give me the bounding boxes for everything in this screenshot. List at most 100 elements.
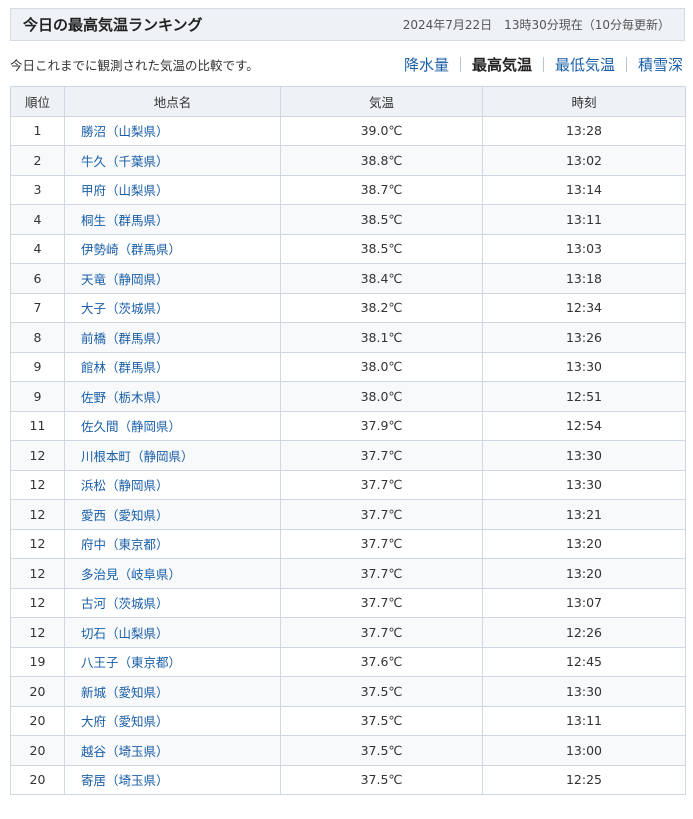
time-cell: 13:14 (482, 174, 686, 205)
rank-cell: 12 (10, 617, 65, 648)
place-cell: 佐野（栃木県） (64, 381, 281, 412)
place-cell: 大子（茨城県） (64, 292, 281, 323)
header-place: 地点名 (64, 86, 281, 117)
table-row: 9 佐野（栃木県） 38.0℃ 12:51 (10, 381, 686, 412)
place-link[interactable]: 前橋（群馬県） (81, 331, 169, 346)
place-link[interactable]: 浜松（静岡県） (81, 478, 169, 493)
temperature-cell: 37.7℃ (280, 499, 483, 530)
temperature-cell: 39.0℃ (280, 115, 483, 146)
place-link[interactable]: 府中（東京都） (81, 537, 169, 552)
temperature-cell: 37.7℃ (280, 558, 483, 589)
place-cell: 八王子（東京都） (64, 646, 281, 677)
place-link[interactable]: 桐生（群馬県） (81, 213, 169, 228)
time-cell: 13:30 (482, 469, 686, 500)
place-cell: 桐生（群馬県） (64, 204, 281, 235)
place-link[interactable]: 越谷（埼玉県） (81, 744, 169, 759)
time-cell: 13:26 (482, 322, 686, 353)
table-body: 1 勝沼（山梨県） 39.0℃ 13:28 2 牛久（千葉県） 38.8℃ 13:02 3 甲府（… (10, 115, 686, 795)
rank-cell: 20 (10, 735, 65, 766)
place-link[interactable]: 八王子（東京都） (81, 655, 181, 670)
temperature-cell: 37.7℃ (280, 617, 483, 648)
time-cell: 13:07 (482, 587, 686, 618)
table-row: 20 新城（愛知県） 37.5℃ 13:30 (10, 676, 686, 707)
place-link[interactable]: 大子（茨城県） (81, 301, 169, 316)
rank-cell: 20 (10, 676, 65, 707)
table-row: 1 勝沼（山梨県） 39.0℃ 13:28 (10, 115, 686, 146)
rank-cell: 12 (10, 528, 65, 559)
place-link[interactable]: 伊勢崎（群馬県） (81, 242, 181, 257)
table-row: 20 大府（愛知県） 37.5℃ 13:11 (10, 705, 686, 736)
place-link[interactable]: 川根本町（静岡県） (81, 449, 194, 464)
rank-cell: 12 (10, 558, 65, 589)
header-time: 時刻 (482, 86, 686, 117)
tab-snow-depth[interactable]: 積雪深 (636, 54, 685, 75)
tab-max-temperature: 最高気温 (471, 55, 532, 74)
title-bar: 今日の最高気温ランキング 2024年7月22日 13時30分現在（10分毎更新） (10, 8, 685, 41)
table-row: 12 浜松（静岡県） 37.7℃ 13:30 (10, 469, 686, 500)
place-link[interactable]: 天竜（静岡県） (81, 272, 169, 287)
table-row: 4 桐生（群馬県） 38.5℃ 13:11 (10, 204, 686, 235)
time-cell: 13:11 (482, 705, 686, 736)
place-link[interactable]: 寄居（埼玉県） (81, 773, 169, 788)
rank-cell: 20 (10, 705, 65, 736)
temperature-cell: 37.7℃ (280, 469, 483, 500)
page: 今日の最高気温ランキング 2024年7月22日 13時30分現在（10分毎更新）… (0, 0, 693, 819)
temperature-cell: 38.2℃ (280, 292, 483, 323)
place-cell: 越谷（埼玉県） (64, 735, 281, 766)
place-link[interactable]: 切石（山梨県） (81, 626, 169, 641)
place-cell: 川根本町（静岡県） (64, 440, 281, 471)
temperature-cell: 37.7℃ (280, 440, 483, 471)
rank-cell: 12 (10, 587, 65, 618)
table-row: 4 伊勢崎（群馬県） 38.5℃ 13:03 (10, 233, 686, 264)
rank-cell: 12 (10, 440, 65, 471)
table-row: 6 天竜（静岡県） 38.4℃ 13:18 (10, 263, 686, 294)
rank-cell: 7 (10, 292, 65, 323)
place-link[interactable]: 佐久間（静岡県） (81, 419, 181, 434)
category-tabs: 降水量 最高気温 最低気温 積雪深 (402, 54, 685, 75)
place-link[interactable]: 甲府（山梨県） (81, 183, 169, 198)
place-cell: 切石（山梨県） (64, 617, 281, 648)
place-cell: 大府（愛知県） (64, 705, 281, 736)
temperature-cell: 37.7℃ (280, 587, 483, 618)
temperature-cell: 38.0℃ (280, 381, 483, 412)
table-row: 12 川根本町（静岡県） 37.7℃ 13:30 (10, 440, 686, 471)
table-row: 20 寄居（埼玉県） 37.5℃ 12:25 (10, 764, 686, 795)
table-row: 2 牛久（千葉県） 38.8℃ 13:02 (10, 145, 686, 176)
rank-cell: 11 (10, 410, 65, 441)
place-cell: 甲府（山梨県） (64, 174, 281, 205)
temperature-cell: 37.7℃ (280, 528, 483, 559)
place-link[interactable]: 新城（愛知県） (81, 685, 169, 700)
place-cell: 古河（茨城県） (64, 587, 281, 618)
table-row: 11 佐久間（静岡県） 37.9℃ 12:54 (10, 410, 686, 441)
page-title: 今日の最高気温ランキング (23, 16, 203, 34)
temperature-cell: 38.0℃ (280, 351, 483, 382)
table-row: 12 愛西（愛知県） 37.7℃ 13:21 (10, 499, 686, 530)
table-row: 3 甲府（山梨県） 38.7℃ 13:14 (10, 174, 686, 205)
temperature-cell: 38.7℃ (280, 174, 483, 205)
temperature-cell: 38.1℃ (280, 322, 483, 353)
tab-min-temperature[interactable]: 最低気温 (553, 54, 617, 75)
time-cell: 13:20 (482, 528, 686, 559)
place-cell: 牛久（千葉県） (64, 145, 281, 176)
rank-cell: 9 (10, 351, 65, 382)
rank-cell: 20 (10, 764, 65, 795)
time-cell: 13:03 (482, 233, 686, 264)
place-link[interactable]: 大府（愛知県） (81, 714, 169, 729)
time-cell: 13:18 (482, 263, 686, 294)
place-link[interactable]: 愛西（愛知県） (81, 508, 169, 523)
table-row: 12 切石（山梨県） 37.7℃ 12:26 (10, 617, 686, 648)
table-row: 20 越谷（埼玉県） 37.5℃ 13:00 (10, 735, 686, 766)
place-link[interactable]: 牛久（千葉県） (81, 154, 169, 169)
rank-cell: 4 (10, 204, 65, 235)
table-row: 19 八王子（東京都） 37.6℃ 12:45 (10, 646, 686, 677)
time-cell: 13:30 (482, 351, 686, 382)
place-cell: 館林（群馬県） (64, 351, 281, 382)
place-link[interactable]: 館林（群馬県） (81, 360, 169, 375)
place-link[interactable]: 勝沼（山梨県） (81, 124, 169, 139)
place-link[interactable]: 多治見（岐阜県） (81, 567, 181, 582)
tab-divider (542, 56, 544, 72)
tab-precipitation[interactable]: 降水量 (402, 54, 451, 75)
place-link[interactable]: 古河（茨城県） (81, 596, 169, 611)
place-cell: 前橋（群馬県） (64, 322, 281, 353)
place-link[interactable]: 佐野（栃木県） (81, 390, 169, 405)
